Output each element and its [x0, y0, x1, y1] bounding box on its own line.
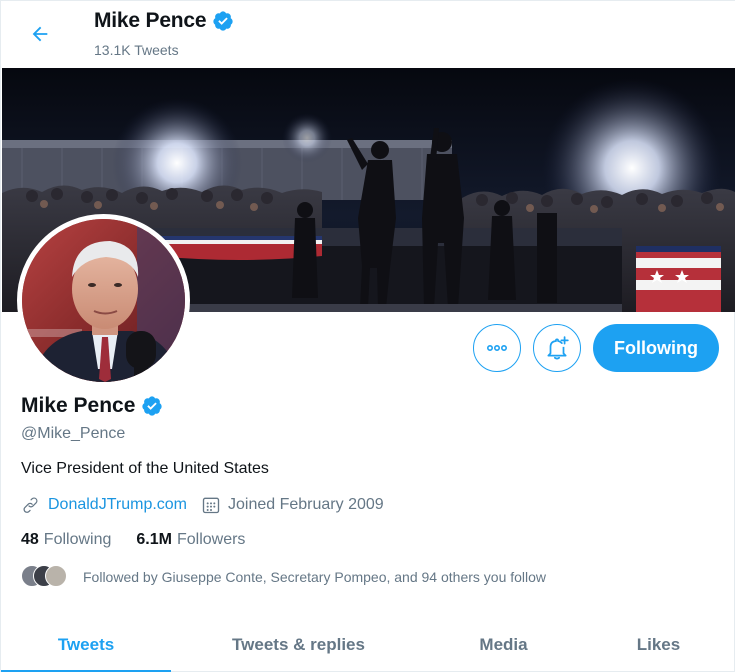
- follower-avatar: [45, 565, 67, 587]
- calendar-icon: [202, 497, 220, 514]
- top-header: Mike Pence 13.1K Tweets: [1, 1, 735, 68]
- following-count: 48: [21, 531, 39, 548]
- handle: @Mike_Pence: [21, 425, 126, 442]
- tab-likes[interactable]: Likes: [581, 616, 735, 672]
- profile-meta: DonaldJTrump.com Joined February 2009: [21, 495, 398, 515]
- tab-tweets[interactable]: Tweets: [1, 616, 171, 672]
- back-button[interactable]: [25, 19, 55, 49]
- website-link[interactable]: DonaldJTrump.com: [48, 496, 187, 514]
- avatar-image: [22, 219, 185, 382]
- followed-by-text[interactable]: Followed by Giuseppe Conte, Secretary Po…: [83, 569, 546, 585]
- following-stat[interactable]: 48 Following: [21, 531, 111, 549]
- joined-date: Joined February 2009: [228, 496, 384, 513]
- tab-media[interactable]: Media: [426, 616, 581, 672]
- tweet-count: 13.1K Tweets: [94, 42, 179, 58]
- more-options-icon: [486, 345, 507, 352]
- verified-badge-icon: [213, 11, 234, 31]
- link-icon: [23, 497, 38, 513]
- profile-avatar[interactable]: [17, 214, 190, 387]
- display-name: Mike Pence: [21, 394, 136, 417]
- header-title: Mike Pence: [94, 9, 234, 33]
- profile-tabs: Tweets Tweets & replies Media Likes: [1, 616, 735, 672]
- website-item: DonaldJTrump.com: [21, 495, 187, 515]
- bio: Vice President of the United States: [21, 460, 269, 477]
- followers-label: Followers: [176, 531, 246, 548]
- following-button[interactable]: Following: [593, 324, 719, 372]
- notification-button[interactable]: [533, 324, 581, 372]
- followed-by: Followed by Giuseppe Conte, Secretary Po…: [21, 565, 546, 589]
- more-options-button[interactable]: [473, 324, 521, 372]
- notification-bell-icon: [547, 336, 569, 360]
- follow-stats: 48 Following 6.1M Followers: [21, 531, 270, 549]
- joined-item: Joined February 2009: [201, 495, 384, 515]
- header-name: Mike Pence: [94, 9, 207, 32]
- following-label: Following: [43, 531, 112, 548]
- tab-tweets-replies[interactable]: Tweets & replies: [171, 616, 426, 672]
- followers-stat[interactable]: 6.1M Followers: [136, 531, 245, 549]
- followers-count: 6.1M: [136, 531, 172, 548]
- followed-by-avatars[interactable]: [21, 565, 71, 589]
- profile-page: Mike Pence 13.1K Tweets Following Mike P…: [0, 0, 735, 672]
- verified-badge-icon: [142, 396, 163, 416]
- profile-name: Mike Pence: [21, 394, 163, 418]
- back-arrow-icon: [32, 26, 48, 42]
